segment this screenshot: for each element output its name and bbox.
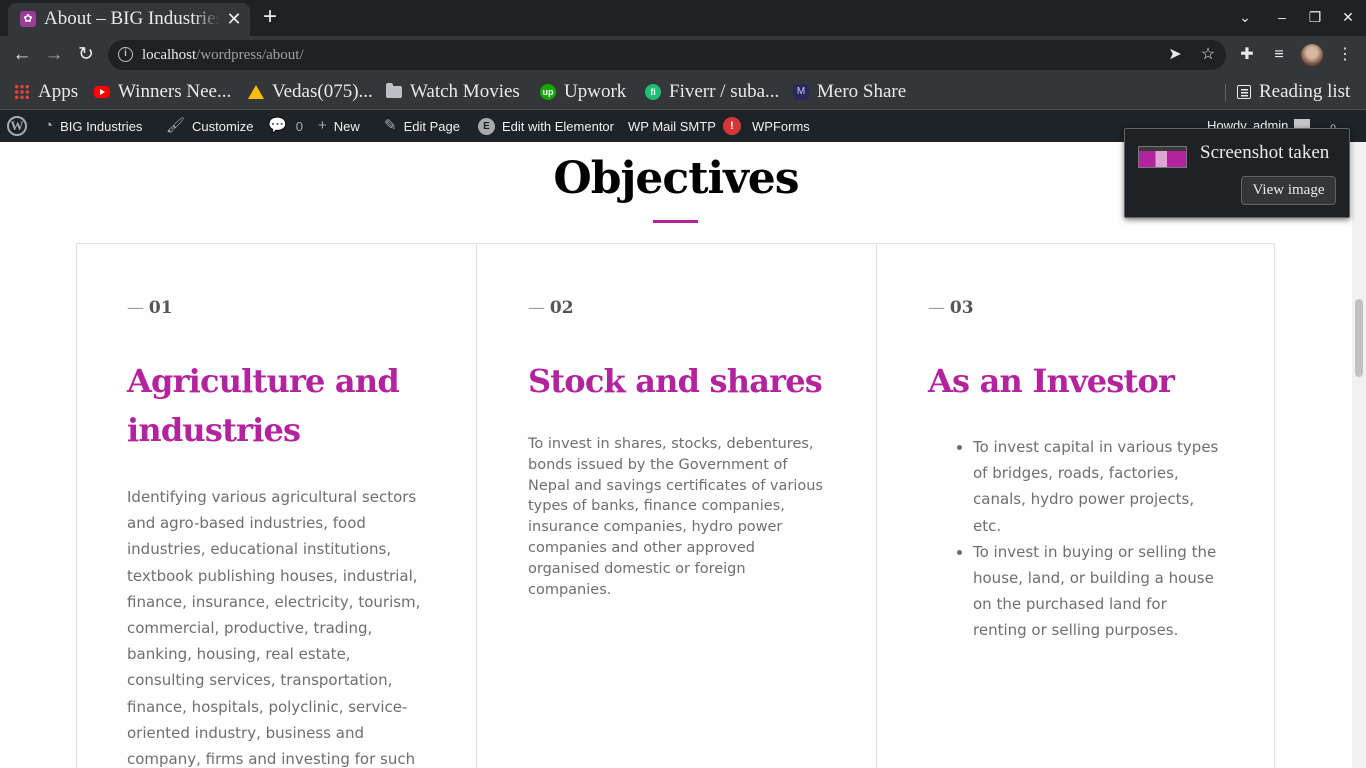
google-drive-icon (248, 85, 264, 99)
bookmarks-divider (1225, 84, 1226, 102)
card-number: — 02 (528, 298, 574, 318)
card-list: To invest capital in various types of br… (955, 434, 1225, 644)
screenshot-toast: Screenshot taken View image (1124, 128, 1350, 218)
bookmark-star-icon[interactable]: ☆ (1198, 45, 1218, 65)
tab-title: About – BIG Industries (44, 8, 220, 29)
bookmark-vedas[interactable]: Vedas(075)... (248, 79, 373, 105)
comment-bubble-icon: 💬 (268, 117, 287, 134)
pencil-icon: ✎ (384, 117, 397, 134)
edit-page-link[interactable]: ✎ Edit Page (384, 110, 460, 142)
card-number: — 01 (127, 298, 173, 318)
apps-grid-icon (14, 84, 30, 100)
forward-button[interactable]: → (41, 42, 67, 68)
minimize-button[interactable]: – (1268, 6, 1296, 28)
bookmark-apps[interactable]: Apps (14, 79, 78, 105)
bookmark-fiverr[interactable]: fi Fiverr / suba... (645, 79, 779, 105)
site-favicon-icon: ✿ (20, 11, 36, 27)
objectives-grid: — 01 Agriculture and industries Identifyi… (76, 243, 1275, 768)
page-scrollbar[interactable] (1352, 142, 1366, 768)
edit-with-elementor-link[interactable]: E Edit with Elementor (478, 110, 614, 142)
elementor-icon: E (478, 117, 495, 135)
wpforms-menu[interactable]: WPForms (752, 110, 810, 142)
site-name-menu[interactable]: ◔ BIG Industries (44, 110, 142, 142)
card-title: Agriculture and industries (127, 362, 400, 449)
profile-avatar[interactable] (1301, 44, 1323, 66)
tab-close-icon[interactable]: ✕ (225, 9, 243, 29)
wp-logo-menu[interactable]: W (7, 110, 27, 142)
bookmark-mero-share[interactable]: M Mero Share (793, 79, 906, 105)
bookmark-upwork[interactable]: up Upwork (540, 79, 626, 105)
tab-strip: ✿ About – BIG Industries ✕ + ⌄ – ❐ ✕ (0, 0, 1366, 36)
comments-link[interactable]: 💬 0 (268, 110, 303, 142)
reading-list-button[interactable]: Reading list (1237, 79, 1350, 105)
new-tab-button[interactable]: + (258, 3, 282, 31)
tab-search-button[interactable]: ⌄ (1231, 6, 1259, 28)
site-info-icon[interactable]: i (118, 47, 133, 62)
wordpress-logo-icon: W (7, 116, 27, 136)
menu-icon[interactable]: ⋮ (1334, 44, 1356, 66)
window-close-button[interactable]: ✕ (1334, 6, 1362, 28)
card-title: Stock and shares (528, 362, 823, 400)
upwork-icon: up (540, 84, 556, 100)
view-image-button[interactable]: View image (1241, 176, 1336, 205)
paintbrush-icon: 🖌 (166, 117, 186, 134)
address-bar[interactable]: i localhost/wordpress/about/ ➤ ☆ (108, 40, 1226, 70)
tab-about[interactable]: ✿ About – BIG Industries ✕ (8, 3, 250, 36)
reading-list-icon (1237, 85, 1251, 99)
media-queue-icon[interactable]: ≡ (1268, 44, 1290, 66)
reload-button[interactable]: ↻ (73, 42, 99, 68)
mero-share-icon: M (793, 84, 809, 100)
objective-card-investor: — 03 As an Investor To invest capital in… (876, 244, 1274, 768)
url-text[interactable]: localhost/wordpress/about/ (142, 46, 304, 64)
objective-card-agriculture: — 01 Agriculture and industries Identifyi… (77, 244, 476, 768)
browser-toolbar: ← → ↻ i localhost/wordpress/about/ ➤ ☆ ✚… (0, 36, 1366, 74)
plus-icon: + (318, 117, 327, 134)
list-item: To invest capital in various types of br… (973, 434, 1225, 539)
screenshot-thumbnail[interactable] (1138, 146, 1187, 168)
bookmark-winners[interactable]: Winners Nee... (94, 79, 231, 105)
objective-card-stock: — 02 Stock and shares To invest in share… (476, 244, 876, 768)
folder-icon (386, 83, 402, 98)
wp-mail-smtp-menu[interactable]: WP Mail SMTP! (628, 110, 741, 142)
scrollbar-thumb[interactable] (1355, 299, 1363, 377)
card-number: — 03 (928, 298, 974, 318)
card-title: As an Investor (928, 362, 1175, 400)
dashboard-icon: ◔ (44, 117, 54, 134)
new-content-menu[interactable]: + New (318, 110, 360, 142)
back-button[interactable]: ← (9, 42, 35, 68)
bookmarks-bar: Apps Winners Nee... Vedas(075)... Watch … (0, 74, 1366, 110)
page-content: Objectives — 01 Agriculture and industrie… (0, 142, 1366, 768)
card-body: To invest in shares, stocks, debentures,… (528, 436, 823, 598)
smtp-alert-badge: ! (722, 117, 741, 135)
card-body: Identifying various agricultural sectors… (127, 488, 421, 768)
toast-title: Screenshot taken (1200, 142, 1330, 163)
extensions-icon[interactable]: ✚ (1236, 44, 1258, 66)
list-item: To invest in buying or selling the house… (973, 539, 1225, 644)
bookmark-watch-movies[interactable]: Watch Movies (386, 79, 520, 105)
fiverr-icon: fi (645, 84, 661, 100)
customize-link[interactable]: 🖌 Customize (166, 110, 253, 142)
send-icon[interactable]: ➤ (1165, 45, 1185, 65)
restore-button[interactable]: ❐ (1301, 6, 1329, 28)
title-divider (653, 220, 698, 223)
youtube-icon (94, 86, 110, 98)
